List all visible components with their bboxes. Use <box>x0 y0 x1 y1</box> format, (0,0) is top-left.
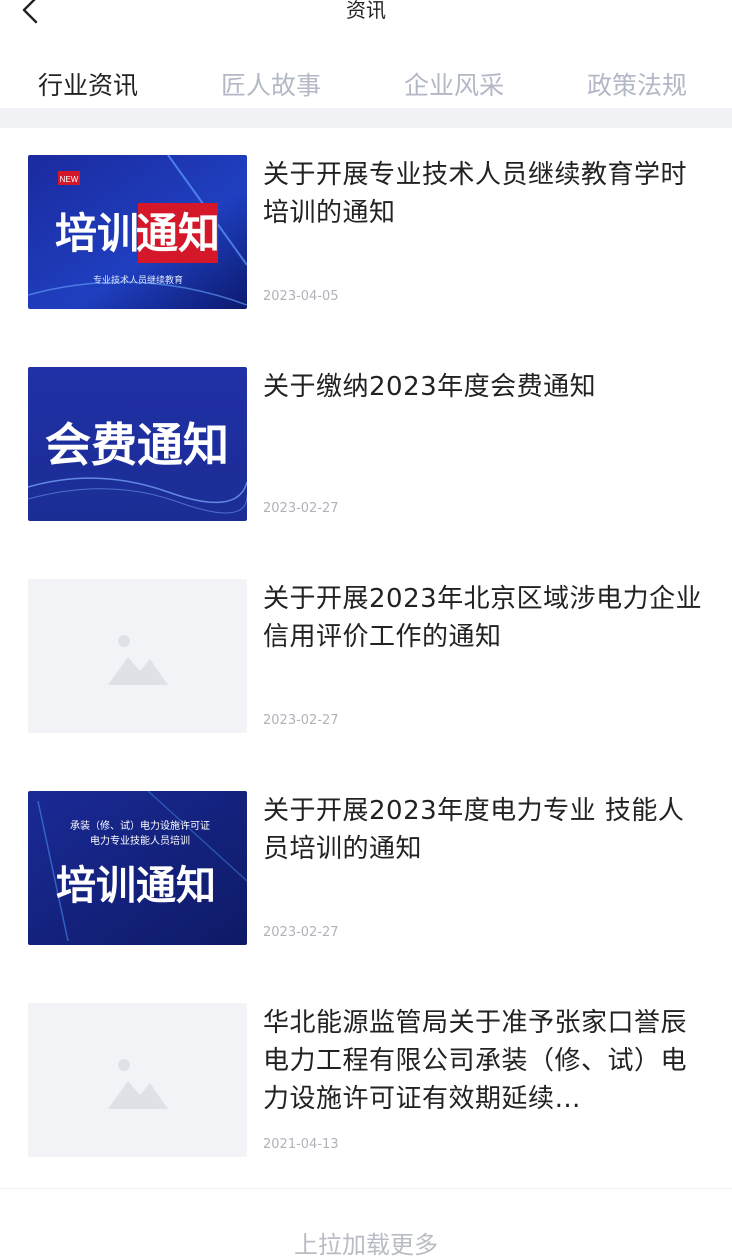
page-title: 资讯 <box>346 0 386 22</box>
article-date: 2023-04-05 <box>263 289 339 304</box>
svg-text:会费通知: 会费通知 <box>45 418 229 472</box>
list-item[interactable]: 承装（修、试）电力设施许可证 电力专业技能人员培训 培训通知 关于开展2023年… <box>0 764 732 977</box>
article-title: 关于开展2023年度电力专业 技能人员培训的通知 <box>263 796 685 864</box>
svg-text:通知: 通知 <box>136 209 220 258</box>
image-placeholder <box>28 579 247 733</box>
article-thumbnail: NEW 培训 通知 专业技术人员继续教育 <box>28 155 247 309</box>
svg-text:培训: 培训 <box>55 209 139 258</box>
load-more-hint: 上拉加载更多 <box>294 1231 438 1259</box>
list-item[interactable]: NEW 培训 通知 专业技术人员继续教育 关于开展专业技术人员继续教育学时培训的… <box>0 128 732 341</box>
article-date: 2023-02-27 <box>263 713 339 728</box>
list-item[interactable]: 关于开展2023年北京区域涉电力企业 信用评价工作的通知 2023-02-27 <box>0 552 732 765</box>
svg-text:承装（修、试）电力设施许可证: 承装（修、试）电力设施许可证 <box>70 819 210 832</box>
tab-craftsman-stories[interactable]: 匠人故事 <box>221 66 321 102</box>
article-title: 关于开展2023年北京区域涉电力企业 信用评价工作的通知 <box>263 584 703 652</box>
article-title: 关于缴纳2023年度会费通知 <box>263 372 597 402</box>
category-tabs: 行业资讯 匠人故事 企业风采 政策法规 <box>0 52 732 108</box>
svg-text:专业技术人员继续教育: 专业技术人员继续教育 <box>93 274 183 286</box>
training-notice-banner: NEW 培训 通知 专业技术人员继续教育 <box>28 155 247 309</box>
image-placeholder-icon <box>108 635 168 685</box>
article-title: 关于开展专业技术人员继续教育学时培训的通知 <box>263 160 688 228</box>
tab-industry-news[interactable]: 行业资讯 <box>38 66 138 102</box>
membership-fee-banner: 会费通知 <box>28 367 247 521</box>
tab-company-showcase[interactable]: 企业风采 <box>404 66 504 102</box>
svg-text:NEW: NEW <box>60 175 79 184</box>
tab-policy-regulations[interactable]: 政策法规 <box>587 66 687 102</box>
list-item[interactable]: 会费通知 关于缴纳2023年度会费通知 2023-02-27 <box>0 340 732 553</box>
svg-text:电力专业技能人员培训: 电力专业技能人员培训 <box>90 834 190 847</box>
header-bar: 资讯 <box>0 0 732 40</box>
article-date: 2021-04-13 <box>263 1137 339 1152</box>
image-placeholder-icon <box>108 1059 168 1109</box>
article-date: 2023-02-27 <box>263 501 339 516</box>
article-title: 华北能源监管局关于准予张家口誉辰电力工程有限公司承装（修、试）电力设施许可证有效… <box>263 1008 688 1114</box>
article-thumbnail: 会费通知 <box>28 367 247 521</box>
list-item[interactable]: 华北能源监管局关于准予张家口誉辰电力工程有限公司承装（修、试）电力设施许可证有效… <box>0 976 732 1189</box>
article-date: 2023-02-27 <box>263 925 339 940</box>
svg-text:培训通知: 培训通知 <box>56 863 216 909</box>
image-placeholder <box>28 1003 247 1157</box>
skills-training-banner: 承装（修、试）电力设施许可证 电力专业技能人员培训 培训通知 <box>28 791 247 945</box>
section-divider <box>0 108 732 128</box>
article-thumbnail: 承装（修、试）电力设施许可证 电力专业技能人员培训 培训通知 <box>28 791 247 945</box>
